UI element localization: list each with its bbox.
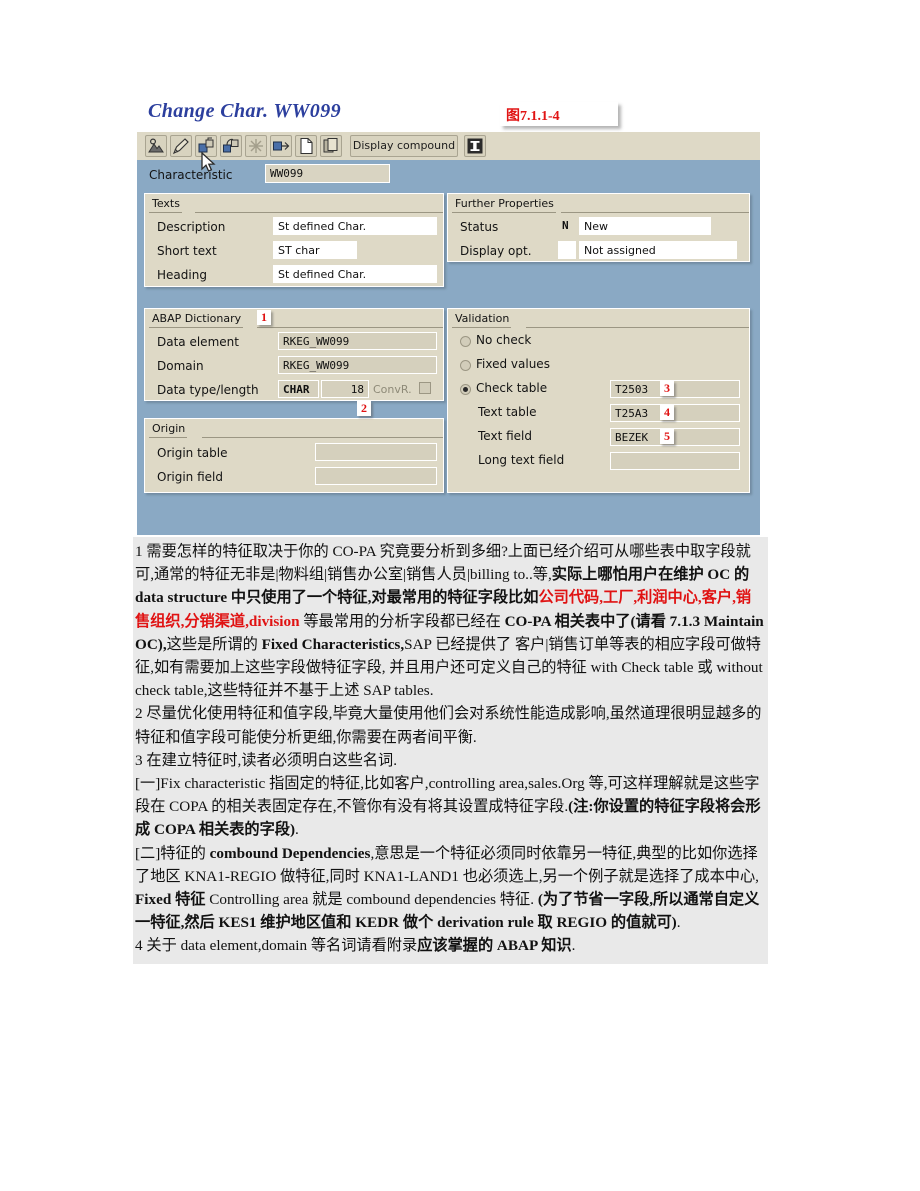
origin-table-input[interactable]	[315, 443, 437, 461]
status-value[interactable]: New	[579, 217, 711, 235]
data-type-input[interactable]: CHAR	[278, 380, 319, 398]
characteristic-input[interactable]: WW099	[265, 164, 390, 183]
annotation-badge-3: 3	[660, 381, 674, 396]
text-run: 应该掌握的 ABAP 知识	[417, 937, 572, 955]
radio-no-check[interactable]	[460, 336, 471, 347]
short-text-label: Short text	[157, 244, 217, 258]
origin-field-label: Origin field	[157, 470, 223, 484]
window-title: Change Char. WW099	[148, 100, 342, 122]
display-opt-label: Display opt.	[460, 244, 532, 258]
conv-routine-checkbox[interactable]	[419, 382, 431, 394]
short-text-input[interactable]: ST char	[273, 241, 357, 259]
origin-field-input[interactable]	[315, 467, 437, 485]
radio-no-check-label: No check	[476, 333, 532, 347]
text-run: .	[676, 914, 681, 932]
info-icon[interactable]	[464, 135, 486, 157]
display-opt-code[interactable]	[558, 241, 576, 259]
characteristic-label: Characteristic	[149, 168, 233, 182]
text-table-input[interactable]: T25A3	[610, 404, 740, 422]
mouse-cursor-icon	[201, 152, 216, 172]
new-document-icon[interactable]	[295, 135, 317, 157]
text-field-input[interactable]: BEZEK	[610, 428, 740, 446]
abap-dictionary-title: ABAP Dictionary	[149, 312, 253, 328]
sap-screenshot-panel: Change Char. WW099 图7.1.1-4 Display comp…	[137, 92, 760, 535]
edit-pencil-icon[interactable]	[170, 135, 192, 157]
display-opt-value[interactable]: Not assigned	[579, 241, 737, 259]
text-run: .	[295, 821, 299, 839]
paragraph-p3: 3 在建立特征时,读者必须明白这些名词.	[135, 749, 766, 772]
heading-input[interactable]: St defined Char.	[273, 265, 437, 283]
check-table-input[interactable]: T2503	[610, 380, 740, 398]
description-input[interactable]: St defined Char.	[273, 217, 437, 235]
paragraph-p5: [二]特征的 combound Dependencies,意思是一个特征必须同时…	[135, 842, 766, 935]
text-run: Fixed Characteristics,	[261, 635, 405, 653]
validation-group-title: Validation	[452, 312, 521, 328]
domain-label: Domain	[157, 359, 204, 373]
annotation-badge-4: 4	[660, 405, 674, 420]
text-field-label: Text field	[478, 429, 532, 443]
sap-toolbar: Display compound	[137, 132, 760, 161]
figure-label: 图7.1.1-4	[506, 109, 560, 124]
further-properties-group: Further Properties Status N New Display …	[447, 193, 750, 262]
data-element-input[interactable]: RKEG_WW099	[278, 332, 437, 350]
paragraph-p4: [一]Fix characteristic 指固定的特征,比如客户,contro…	[135, 772, 766, 842]
radio-fixed-values[interactable]	[460, 360, 471, 371]
copy-characteristic-icon[interactable]	[220, 135, 242, 157]
data-type-length-label: Data type/length	[157, 383, 259, 397]
text-run: 2 尽量优化使用特征和值字段,毕竟大量使用他们会对系统性能造成影响,虽然道理很明…	[135, 705, 762, 746]
text-run: combound Dependencies	[209, 844, 371, 862]
domain-input[interactable]: RKEG_WW099	[278, 356, 437, 374]
document-body-text: 1 需要怎样的特征取决于你的 CO-PA 究竟要分析到多细?上面已经介绍可从哪些…	[133, 537, 768, 964]
text-run: [二]特征的	[135, 844, 210, 862]
origin-table-label: Origin table	[157, 446, 228, 460]
copy-document-icon[interactable]	[320, 135, 342, 157]
status-code: N	[558, 217, 575, 235]
data-length-input[interactable]: 18	[321, 380, 369, 398]
annotation-badge-1: 1	[257, 310, 271, 325]
text-run: Fixed 特征	[135, 891, 206, 909]
texts-group: Texts Description St defined Char. Short…	[144, 193, 444, 287]
texts-group-title: Texts	[149, 197, 191, 213]
annotation-badge-2: 2	[357, 401, 371, 416]
text-table-label: Text table	[478, 405, 537, 419]
text-run: .	[571, 937, 576, 955]
text-run: 3 在建立特征时,读者必须明白这些名词.	[135, 751, 397, 769]
long-text-field-input[interactable]	[610, 452, 740, 470]
further-properties-title: Further Properties	[452, 197, 565, 213]
radio-fixed-values-label: Fixed values	[476, 357, 550, 371]
annotation-badge-5: 5	[660, 429, 674, 444]
text-run: 这些是所谓的	[166, 635, 262, 653]
characteristic-row: Characteristic WW099	[137, 160, 760, 191]
data-element-label: Data element	[157, 335, 239, 349]
text-run: Controlling area 就是 combound dependencie…	[205, 891, 538, 909]
heading-label: Heading	[157, 268, 207, 282]
description-label: Description	[157, 220, 226, 234]
text-run: 等最常用的分析字段都已经在	[299, 612, 505, 630]
validation-group: Validation No check Fixed values Check t…	[447, 308, 750, 493]
status-label: Status	[460, 220, 499, 234]
sap-title-bar: Change Char. WW099	[137, 92, 760, 133]
conv-routine-label: ConvR.	[373, 383, 412, 396]
display-compound-button[interactable]: Display compound	[350, 135, 458, 157]
sap-form-body: Characteristic WW099 Texts Description S…	[137, 160, 760, 535]
paragraph-p1: 1 需要怎样的特征取决于你的 CO-PA 究竟要分析到多细?上面已经介绍可从哪些…	[135, 540, 766, 702]
long-text-field-label: Long text field	[478, 453, 565, 467]
display-overview-icon[interactable]	[145, 135, 167, 157]
figure-callout: 图7.1.1-4	[500, 102, 618, 126]
abap-dictionary-group: ABAP Dictionary Data element RKEG_WW099 …	[144, 308, 444, 401]
radio-check-table[interactable]	[460, 384, 471, 395]
paragraph-p6: 4 关于 data element,domain 等名词请看附录应该掌握的 AB…	[135, 934, 766, 957]
transport-icon[interactable]	[270, 135, 292, 157]
radio-check-table-label: Check table	[476, 381, 548, 395]
origin-group-title: Origin	[149, 422, 197, 438]
delete-star-icon[interactable]	[245, 135, 267, 157]
paragraph-p2: 2 尽量优化使用特征和值字段,毕竟大量使用他们会对系统性能造成影响,虽然道理很明…	[135, 702, 766, 748]
text-run: 4 关于 data element,domain 等名词请看附录	[135, 937, 418, 955]
origin-group: Origin Origin table Origin field	[144, 418, 444, 493]
